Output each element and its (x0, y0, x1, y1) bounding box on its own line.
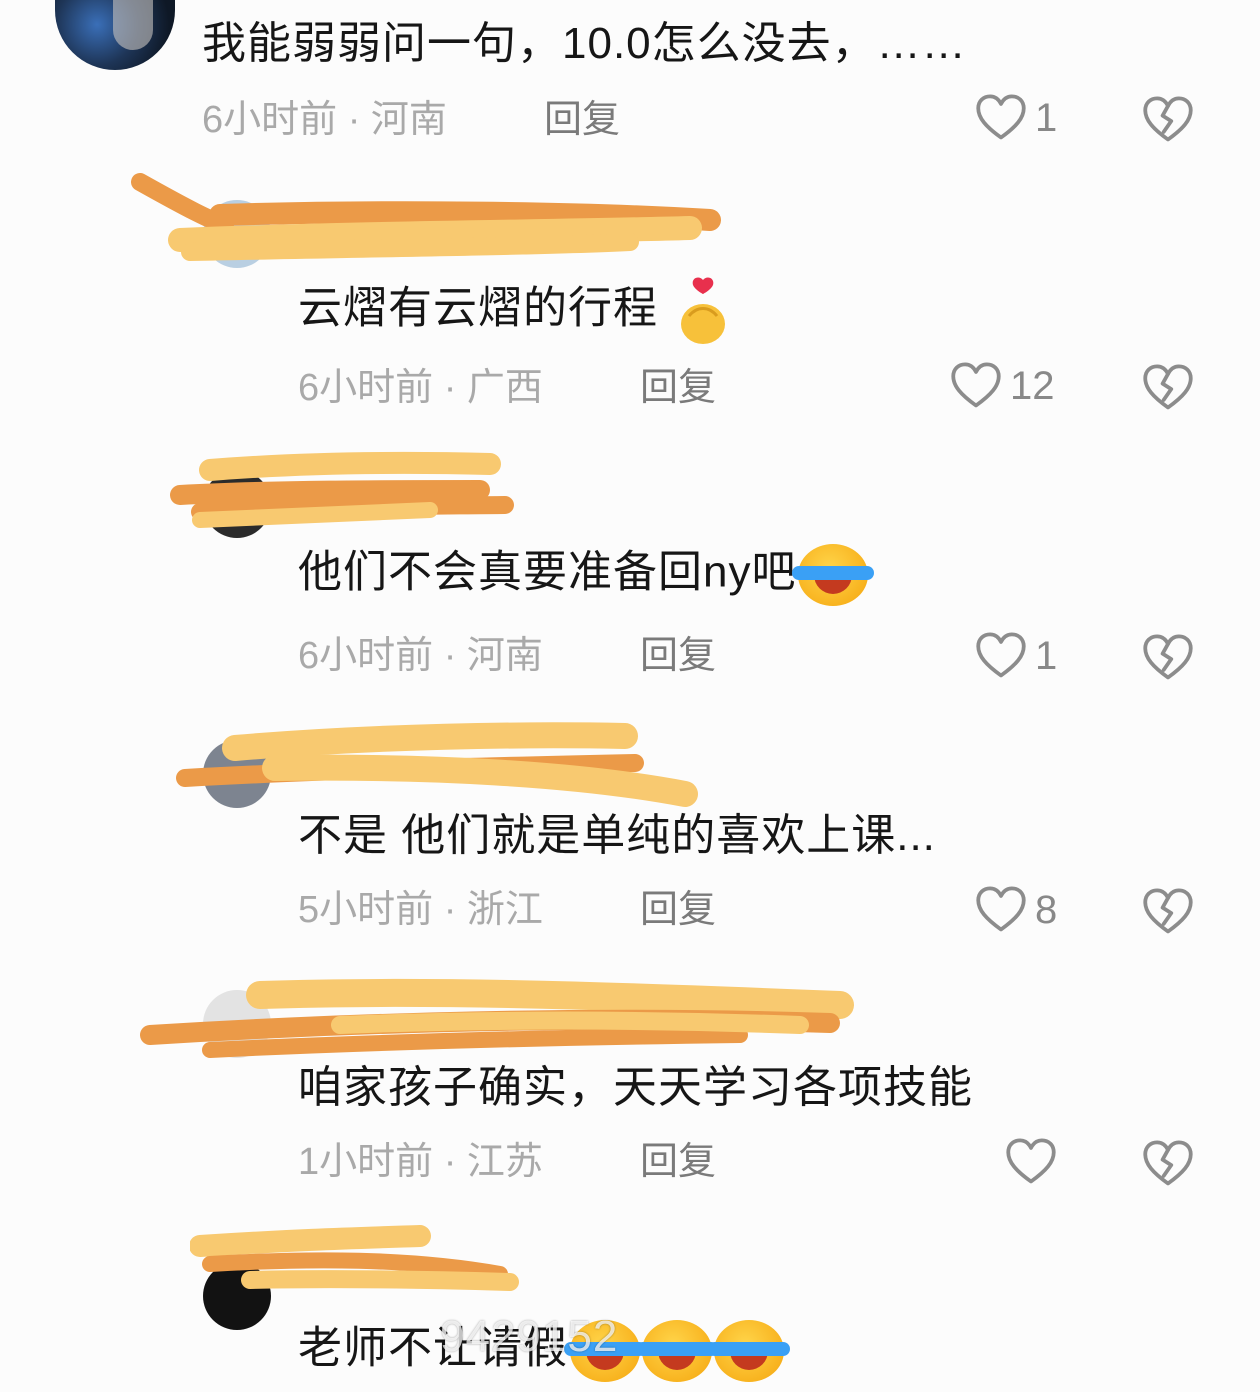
reply-button[interactable]: 回复 (544, 96, 620, 144)
avatar[interactable] (203, 470, 271, 538)
like-count: 8 (1035, 888, 1058, 932)
reply-button[interactable]: 回复 (640, 364, 716, 412)
laughing-crying-emoji (708, 1320, 790, 1382)
comment-item: 云熠有云熠的行程 6小时前 · 广西 回复 12 (0, 170, 1260, 430)
comment-text: 咱家孩子确实，天天学习各项技能 (298, 1063, 973, 1112)
comment-meta: 6小时前 · 河南 (298, 632, 543, 680)
meta-separator: · (443, 889, 467, 931)
meta-separator: · (347, 99, 371, 141)
broken-heart-icon[interactable] (1142, 364, 1194, 412)
avatar[interactable] (203, 200, 271, 268)
comment-meta: 6小时前 · 河南 (202, 96, 447, 144)
meta-separator: · (443, 1141, 467, 1183)
like-button[interactable]: 1 (975, 632, 1057, 680)
like-count: 1 (1035, 634, 1058, 678)
like-count: 1 (1035, 96, 1058, 140)
broken-heart-icon[interactable] (1142, 634, 1194, 682)
reply-button[interactable]: 回复 (640, 1138, 716, 1186)
comment-item: 他们不会真要准备回ny吧 6小时前 · 河南 回复 1 (0, 440, 1260, 700)
comment-location: 江苏 (466, 1141, 543, 1183)
comment-location: 河南 (370, 99, 447, 141)
avatar[interactable] (55, 0, 175, 70)
reply-button[interactable]: 回复 (640, 886, 716, 934)
heart-outline-icon (975, 94, 1027, 142)
avatar[interactable] (203, 990, 271, 1058)
comment-time: 5小时前 (298, 889, 434, 931)
comment-meta: 6小时前 · 广西 (298, 364, 543, 412)
comment-item: 不是 他们就是单纯的喜欢上课... 5小时前 · 浙江 回复 8 (0, 710, 1260, 960)
comment-item: 老师不让请假 (0, 1222, 1260, 1392)
meta-separator: · (443, 635, 467, 677)
comment-text-content: 他们不会真要准备回ny吧 (298, 547, 797, 597)
comment-item: 咱家孩子确实，天天学习各项技能 1小时前 · 江苏 回复 (0, 970, 1260, 1220)
comment-meta: 1小时前 · 江苏 (298, 1138, 543, 1186)
comment-time: 6小时前 (298, 367, 434, 409)
broken-heart-icon[interactable] (1142, 96, 1194, 144)
heart-outline-icon (1005, 1138, 1057, 1186)
comment-time: 6小时前 (298, 635, 434, 677)
comment-location: 河南 (466, 635, 543, 677)
comment-item: 我能弱弱问一句，10.0怎么没去，…… 6小时前 · 河南 回复 1 (0, 0, 1260, 160)
meta-separator: · (443, 367, 467, 409)
avatar[interactable] (203, 1262, 271, 1330)
comment-meta: 5小时前 · 浙江 (298, 886, 543, 934)
broken-heart-icon[interactable] (1142, 888, 1194, 936)
comment-time: 6小时前 (202, 99, 338, 141)
finger-heart-emoji (679, 276, 727, 346)
comment-text-content: 云熠有云熠的行程 (298, 283, 658, 333)
avatar[interactable] (203, 740, 271, 808)
broken-heart-icon[interactable] (1142, 1140, 1194, 1188)
comment-text: 云熠有云熠的行程 (298, 276, 727, 346)
laughing-crying-emoji (792, 544, 875, 606)
laughing-crying-emoji (636, 1320, 718, 1382)
comment-time: 1小时前 (298, 1141, 434, 1183)
comment-location: 广西 (466, 367, 543, 409)
heart-outline-icon (975, 632, 1027, 680)
comment-location: 浙江 (466, 889, 543, 931)
reply-button[interactable]: 回复 (640, 632, 716, 680)
comment-text: 我能弱弱问一句，10.0怎么没去，…… (202, 19, 967, 68)
comment-text: 他们不会真要准备回ny吧 (298, 544, 875, 606)
heart-outline-icon (950, 362, 1002, 410)
like-button[interactable]: 12 (950, 362, 1055, 410)
like-count: 12 (1010, 364, 1055, 408)
heart-outline-icon (975, 886, 1027, 934)
like-button[interactable]: 1 (975, 94, 1057, 142)
watermark: 9429152 (440, 1312, 619, 1361)
comment-text: 不是 他们就是单纯的喜欢上课... (298, 811, 936, 860)
like-button[interactable]: 8 (975, 886, 1057, 934)
like-button[interactable] (1005, 1138, 1065, 1186)
